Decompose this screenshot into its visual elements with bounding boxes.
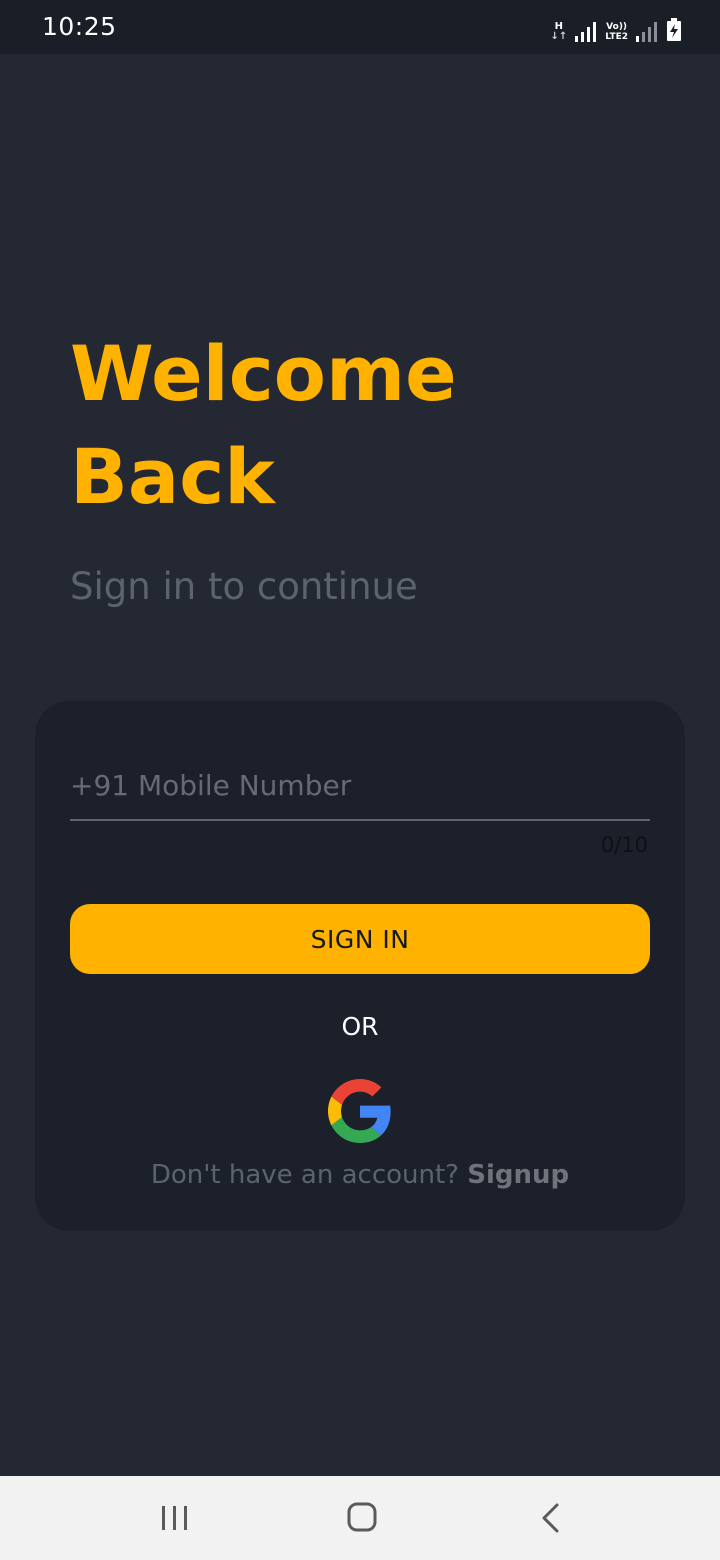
or-divider-label: OR <box>341 1012 379 1041</box>
network-type-indicator: H ↓↑ <box>550 22 567 42</box>
signup-link[interactable]: Signup <box>467 1160 569 1190</box>
signup-row: Don't have an account? Signup <box>35 1160 685 1190</box>
welcome-title-line1: Welcome <box>70 329 457 418</box>
signal-strength-icon <box>575 22 597 42</box>
status-icons: H ↓↑ Vo)) LTE2 <box>550 14 682 42</box>
sign-in-button[interactable]: SIGN IN <box>70 904 650 974</box>
home-button[interactable] <box>322 1488 402 1548</box>
login-screen: 10:25 H ↓↑ Vo)) LTE2 Welcome Back Sign i… <box>0 0 720 1560</box>
lte-label: LTE2 <box>605 32 628 42</box>
recents-icon <box>162 1506 187 1530</box>
home-icon <box>347 1502 377 1532</box>
mobile-number-input[interactable] <box>70 751 650 821</box>
welcome-title: Welcome Back <box>70 322 630 528</box>
status-bar: 10:25 H ↓↑ Vo)) LTE2 <box>0 0 720 54</box>
battery-charging-icon <box>667 18 681 41</box>
back-icon <box>542 1503 559 1533</box>
data-activity-icon: ↓↑ <box>550 31 568 42</box>
navigation-bar <box>0 1476 720 1560</box>
recents-button[interactable] <box>135 1488 215 1548</box>
subtitle: Sign in to continue <box>70 565 418 608</box>
volte-label: Vo)) <box>606 22 628 32</box>
character-counter: 0/10 <box>600 833 648 857</box>
volte-indicator: Vo)) LTE2 <box>605 22 628 42</box>
status-time: 10:25 <box>42 12 117 41</box>
login-card: 0/10 SIGN IN OR Don't have an account? S… <box>35 701 685 1231</box>
signup-prompt: Don't have an account? <box>150 1160 459 1190</box>
google-icon <box>328 1079 391 1143</box>
welcome-title-line2: Back <box>70 432 275 521</box>
signal-strength-2-icon <box>636 22 657 42</box>
back-button[interactable] <box>510 1488 590 1548</box>
google-sign-in-button[interactable] <box>328 1079 392 1143</box>
